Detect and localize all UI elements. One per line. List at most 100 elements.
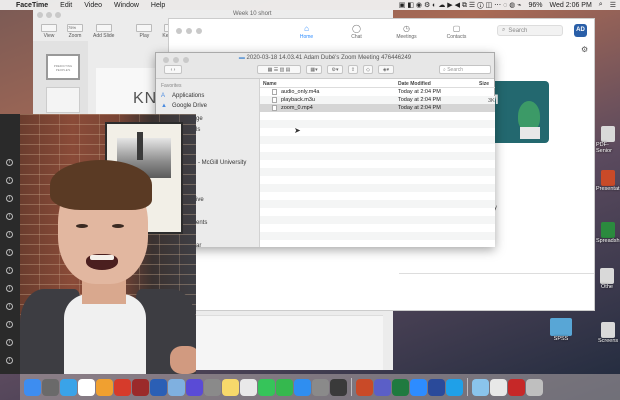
contacts-icon: ▢: [452, 24, 461, 33]
info-icon[interactable]: i: [6, 303, 13, 310]
info-icon[interactable]: i: [6, 249, 13, 256]
excel-icon[interactable]: [392, 378, 409, 396]
group-button[interactable]: ▦▾: [306, 65, 322, 74]
zoom-button[interactable]: [55, 11, 61, 18]
search-icon: ⌕: [502, 27, 506, 33]
action-button[interactable]: ⚙▾: [327, 65, 343, 74]
presentation-icon: [600, 170, 615, 186]
menu-edit[interactable]: Edit: [60, 2, 72, 9]
file-row[interactable]: audio_only.m4a Today at 2:04 PM: [260, 88, 495, 96]
notes-icon[interactable]: [222, 378, 239, 396]
info-icon[interactable]: i: [6, 213, 13, 220]
word-icon[interactable]: [150, 378, 167, 396]
info-icon[interactable]: i: [6, 177, 13, 184]
menu-window[interactable]: Window: [114, 2, 139, 9]
gear-icon[interactable]: ⚙: [581, 45, 588, 54]
desktop-icon-spss[interactable]: SPSS: [550, 318, 572, 342]
menu-video[interactable]: Video: [84, 2, 102, 9]
desktop-icon-screenshots[interactable]: Screens: [598, 322, 618, 344]
skype-icon[interactable]: [446, 378, 463, 396]
powerpoint-icon[interactable]: [356, 378, 373, 396]
sidebar-header: Favorites: [161, 83, 182, 89]
sidebar-fragment-university: - McGill University: [198, 160, 247, 166]
mouse-cursor: ➤: [294, 126, 301, 135]
pdf-icon[interactable]: [508, 378, 525, 396]
status-icons[interactable]: ▣ ◧ ◉ ⚙ ◐ ☁ ▶ ◀ ⧉ ☰ ⓘ ◫ ⋯ ◌ ◍ ⌁: [399, 1, 522, 10]
tab-home[interactable]: ⌂ Home: [292, 24, 322, 49]
zoom-icon[interactable]: [410, 378, 427, 396]
sidebar-fragment: ents: [196, 220, 208, 226]
info-icon[interactable]: i: [6, 285, 13, 292]
finder-icon[interactable]: [24, 378, 41, 396]
launchpad-icon[interactable]: [42, 378, 59, 396]
avatar[interactable]: AD: [574, 24, 587, 37]
file-icon: [272, 89, 277, 95]
sidebar-item-applications[interactable]: A Applications: [156, 91, 259, 101]
info-icon[interactable]: i: [6, 159, 13, 166]
info-icon[interactable]: i: [6, 267, 13, 274]
menu-list-icon[interactable]: ☰: [610, 1, 616, 9]
minimize-button[interactable]: [46, 11, 52, 18]
info-icon[interactable]: i: [6, 339, 13, 346]
tag-button[interactable]: ◇: [363, 65, 373, 74]
facetime-icon[interactable]: [276, 378, 293, 396]
desktop-icon-other[interactable]: Othe: [600, 268, 614, 290]
close-button[interactable]: [37, 11, 43, 18]
preview-icon[interactable]: [168, 378, 185, 396]
info-icon[interactable]: i: [6, 357, 13, 364]
tab-chat[interactable]: ◯ Chat: [342, 24, 372, 49]
safari-icon[interactable]: [60, 378, 77, 396]
siri-icon[interactable]: [186, 378, 203, 396]
photos-icon[interactable]: [96, 378, 113, 396]
quicktime-icon[interactable]: [330, 378, 347, 396]
add-slide-button[interactable]: Add Slide: [93, 24, 114, 39]
facetime-video[interactable]: [20, 114, 196, 374]
settings-icon[interactable]: [312, 378, 329, 396]
folder-icon[interactable]: [472, 378, 489, 396]
column-date[interactable]: Date Modified: [398, 81, 431, 87]
file-row[interactable]: playback.m3u Today at 2:04 PM: [260, 96, 495, 104]
search-icon[interactable]: ⌕: [599, 1, 603, 9]
chat-icon: ◯: [352, 24, 361, 33]
column-name[interactable]: Name: [263, 81, 277, 87]
calendar-icon[interactable]: [78, 378, 95, 396]
rocket-icon[interactable]: [204, 378, 221, 396]
file-row-selected[interactable]: zoom_0.mp4 Today at 2:04 PM: [260, 104, 495, 112]
desktop-icon-pdf-senior[interactable]: PDF-Senior: [596, 126, 620, 154]
trash-icon[interactable]: [526, 378, 543, 396]
menubar-clock[interactable]: Wed 2:06 PM: [550, 2, 592, 9]
messages-icon[interactable]: [258, 378, 275, 396]
search-input[interactable]: ⌕ Search: [497, 25, 563, 36]
info-icon[interactable]: i: [6, 231, 13, 238]
dropbox-button[interactable]: ◈▾: [378, 65, 394, 74]
sidebar-item-google-drive[interactable]: ▲ Google Drive: [156, 101, 259, 111]
slide-thumbnail[interactable]: [46, 87, 80, 113]
play-button[interactable]: Play: [136, 24, 153, 39]
share-button[interactable]: ⇪: [348, 65, 358, 74]
file-list: Name Date Modified Size audio_only.m4a T…: [260, 79, 495, 247]
info-icon[interactable]: i: [6, 195, 13, 202]
view-mode-control[interactable]: ▦ ☰ ▥ ▤: [257, 65, 301, 74]
slide-thumbnail[interactable]: PREDICTING PEOPLE'S: [46, 54, 80, 80]
teams-icon[interactable]: [374, 378, 391, 396]
back-forward-button[interactable]: ‹ ›: [164, 65, 182, 74]
stickies-icon[interactable]: [240, 378, 257, 396]
papers-icon[interactable]: [114, 378, 131, 396]
info-icon[interactable]: i: [6, 321, 13, 328]
desktop-icon-presentations[interactable]: Presentat: [596, 170, 620, 192]
camera-icon[interactable]: [428, 378, 445, 396]
menu-app-name[interactable]: FaceTime: [16, 2, 48, 9]
clock-icon: ◷: [403, 24, 410, 33]
search-input[interactable]: ⌕ Search: [439, 65, 491, 74]
mendeley-icon[interactable]: [132, 378, 149, 396]
menu-help[interactable]: Help: [151, 2, 165, 9]
tab-meetings[interactable]: ◷ Meetings: [392, 24, 422, 49]
desktop-icon-spreadsheets[interactable]: Spreadsh: [596, 222, 620, 244]
zoom-menu[interactable]: 75% Zoom: [67, 24, 83, 39]
document-icon[interactable]: [490, 378, 507, 396]
column-size[interactable]: Size: [479, 81, 489, 87]
battery-percent[interactable]: 96%: [529, 2, 543, 9]
view-button[interactable]: View: [41, 24, 57, 39]
tab-contacts[interactable]: ▢ Contacts: [442, 24, 472, 49]
appstore-icon[interactable]: [294, 378, 311, 396]
